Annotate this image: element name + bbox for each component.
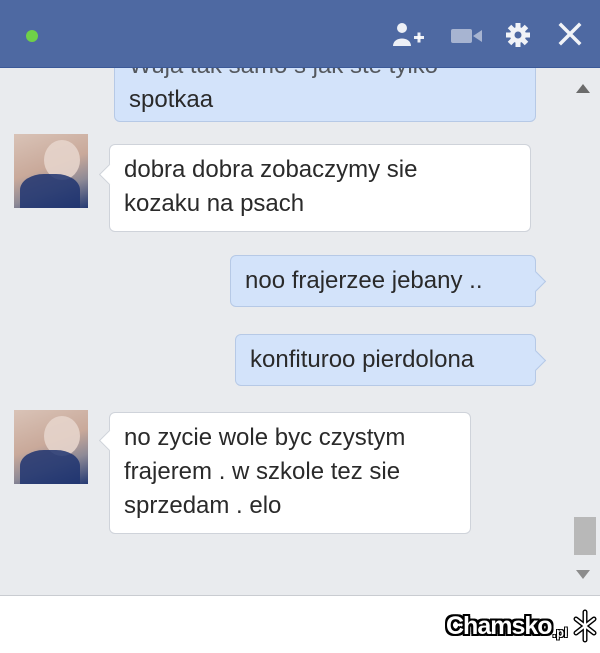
message-line: dobra dobra zobaczymy sie: [124, 156, 418, 183]
avatar[interactable]: [14, 134, 88, 208]
message-incoming: dobra dobra zobaczymy sie kozaku na psac…: [98, 144, 531, 232]
message-outgoing: noo frajerzee jebany ..: [230, 255, 547, 307]
message-line: frajerem . w szkole tez sie: [124, 458, 401, 485]
online-status-icon: [26, 30, 38, 42]
scrollbar[interactable]: [566, 68, 600, 595]
avatar[interactable]: [14, 410, 88, 484]
message-outgoing: Wuja tak samo s jak ste tylko spotkaa: [114, 68, 536, 122]
watermark-logo: Chamsko .pl: [446, 604, 600, 648]
chat-window: Wuja tak samo s jak ste tylko spotkaa do…: [0, 0, 600, 653]
message-outgoing: konfituroo pierdolona: [235, 334, 547, 386]
watermark-mark-icon: [573, 609, 597, 643]
gear-icon[interactable]: [504, 22, 532, 48]
message-line: spotkaa: [129, 86, 214, 113]
scroll-up-icon[interactable]: [576, 84, 590, 93]
watermark-suffix: .pl: [552, 624, 568, 640]
message-list[interactable]: Wuja tak samo s jak ste tylko spotkaa do…: [0, 68, 600, 595]
video-call-icon[interactable]: [450, 22, 482, 48]
message-line: konfituroo pierdolona: [250, 346, 475, 373]
message-line: no zycie wole byc czystym: [124, 424, 406, 451]
chat-titlebar[interactable]: [0, 0, 600, 68]
message-line: sprzedam . elo: [124, 492, 282, 519]
message-line: kozaku na psach: [124, 190, 305, 217]
close-icon[interactable]: [556, 22, 584, 48]
watermark-text: Chamsko: [446, 611, 553, 640]
scroll-thumb[interactable]: [574, 517, 596, 555]
message-line: Wuja tak samo s jak ste tylko: [129, 68, 521, 83]
message-line: noo frajerzee jebany ..: [245, 267, 483, 294]
message-incoming: no zycie wole byc czystym frajerem . w s…: [98, 412, 471, 534]
add-friend-icon[interactable]: [392, 22, 424, 48]
scroll-down-icon[interactable]: [576, 570, 590, 579]
